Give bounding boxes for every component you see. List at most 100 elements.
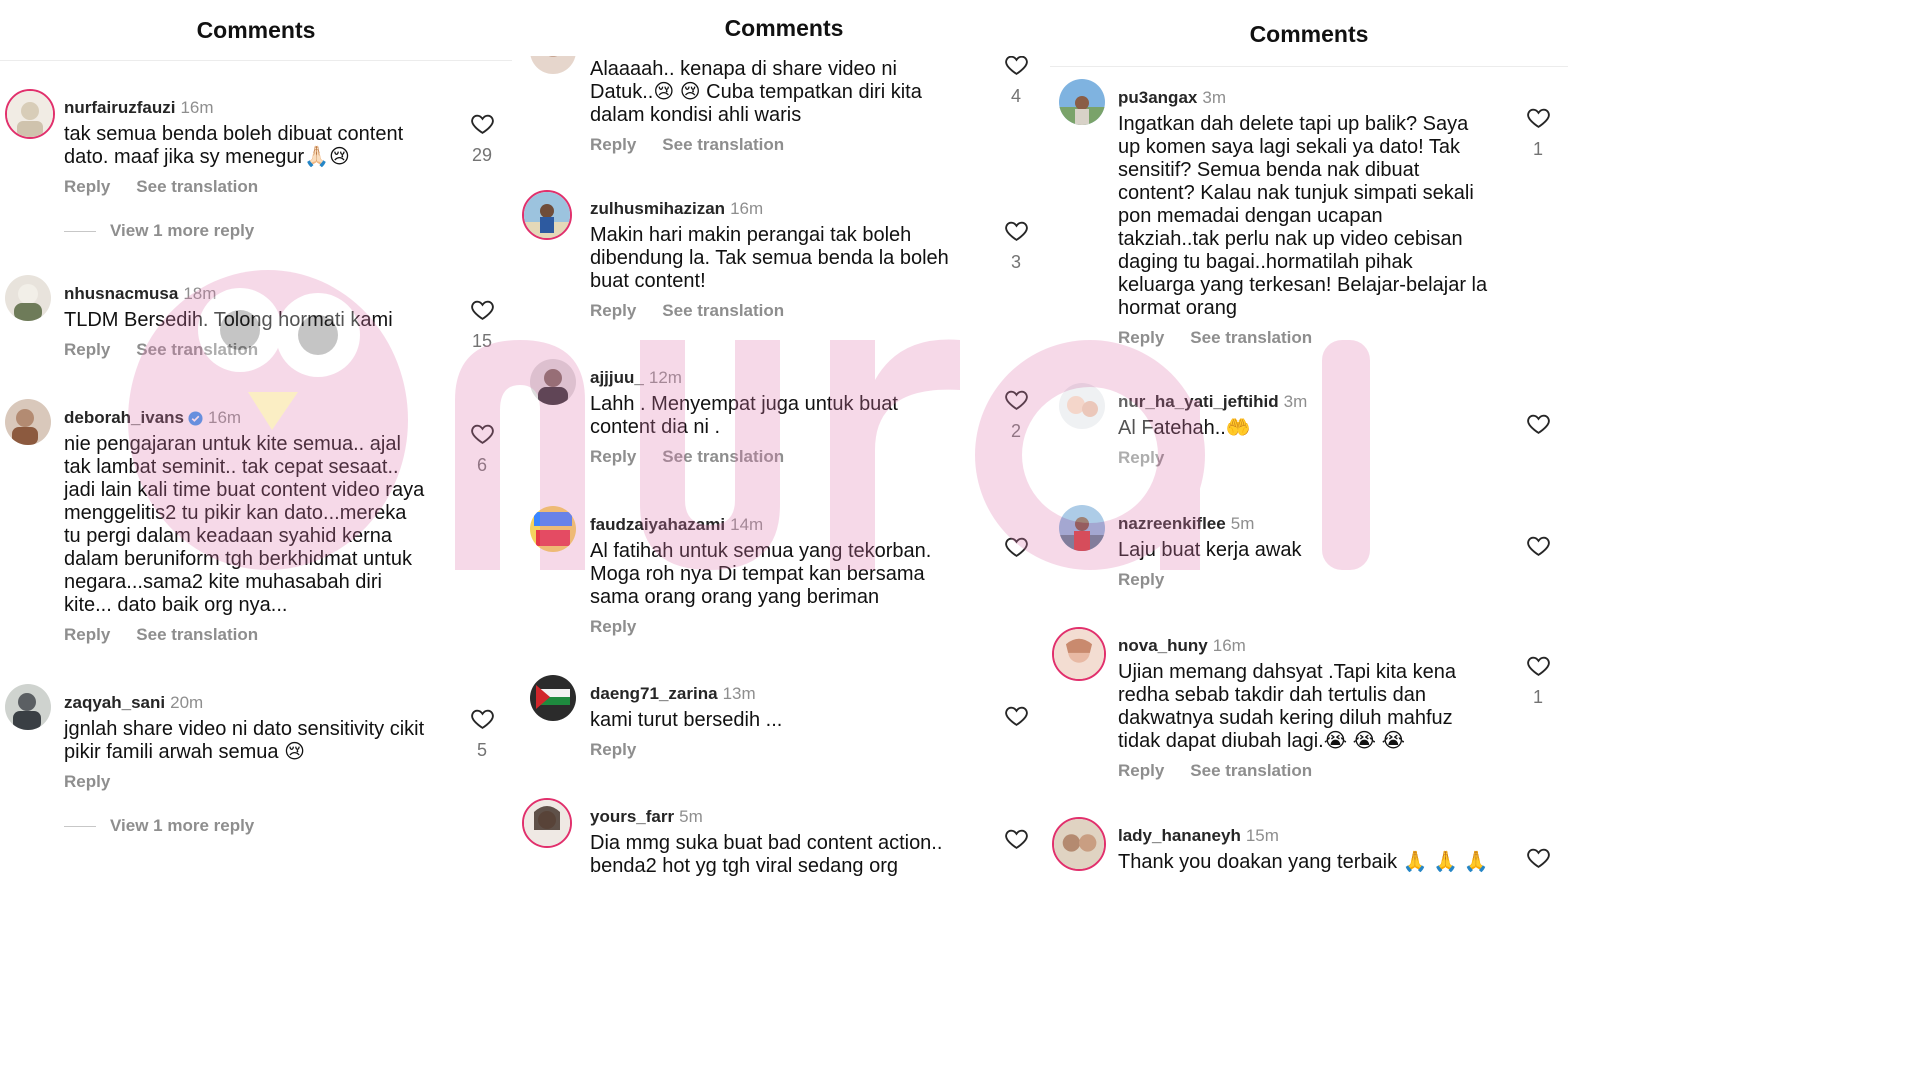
- comment-time: 14m: [730, 515, 764, 534]
- comment-time: 16m: [180, 98, 214, 117]
- avatar[interactable]: [530, 359, 576, 405]
- view-more-replies[interactable]: View 1 more reply: [64, 221, 442, 241]
- heart-icon[interactable]: [1526, 845, 1551, 870]
- see-translation-button[interactable]: See translation: [136, 340, 258, 359]
- username[interactable]: daeng71_zarina: [590, 684, 718, 703]
- heart-icon[interactable]: [470, 297, 495, 322]
- username[interactable]: faudzaiyahazami: [590, 515, 725, 534]
- divider: [64, 825, 96, 827]
- avatar[interactable]: [1059, 505, 1105, 551]
- comment-text: Ingatkan dah delete tapi up balik? Saya …: [1118, 113, 1488, 319]
- comment-text: Al Fatehah..🤲: [1118, 417, 1251, 439]
- reply-button[interactable]: Reply: [590, 617, 636, 636]
- avatar[interactable]: [530, 506, 576, 552]
- avatar[interactable]: [1059, 79, 1105, 125]
- see-translation-button[interactable]: See translation: [662, 301, 784, 320]
- heart-icon[interactable]: [470, 706, 495, 731]
- see-translation-button[interactable]: See translation: [1190, 328, 1312, 347]
- comment-time: 16m: [208, 408, 242, 427]
- username[interactable]: nur_ha_yati_jeftihid: [1118, 392, 1279, 411]
- comment-text: jgnlah share video ni dato sensitivity c…: [64, 718, 425, 763]
- avatar[interactable]: [5, 684, 51, 730]
- reply-button[interactable]: Reply: [1118, 761, 1164, 780]
- like-count: 1: [1532, 687, 1543, 707]
- username[interactable]: nurfairuzfauzi: [64, 98, 175, 117]
- view-more-replies[interactable]: View 1 more reply: [64, 816, 442, 836]
- panel-title: Comments: [518, 0, 1050, 56]
- comment-time: 13m: [722, 684, 756, 703]
- see-translation-button[interactable]: See translation: [662, 135, 784, 154]
- username[interactable]: nazreenkiflee: [1118, 514, 1226, 533]
- like-count: 5: [476, 740, 487, 760]
- comment-text: Ujian memang dahsyat .Tapi kita kena red…: [1118, 661, 1456, 752]
- reply-button[interactable]: Reply: [1118, 570, 1164, 589]
- view-more-label: View 1 more reply: [110, 221, 255, 240]
- comment-text: tak semua benda boleh dibuat content dat…: [64, 123, 404, 168]
- reply-button[interactable]: Reply: [590, 447, 636, 466]
- comment-text: Laju buat kerja awak: [1118, 539, 1302, 561]
- heart-icon[interactable]: [1004, 387, 1029, 412]
- username[interactable]: nhusnacmusa: [64, 284, 178, 303]
- reply-button[interactable]: Reply: [590, 135, 636, 154]
- avatar[interactable]: [1059, 383, 1105, 429]
- avatar[interactable]: [5, 275, 51, 321]
- comment-time: 5m: [1230, 514, 1255, 533]
- like-count: 1: [1532, 139, 1543, 159]
- username[interactable]: lady_hananeyh: [1118, 826, 1241, 845]
- see-translation-button[interactable]: See translation: [136, 177, 258, 196]
- comment-time: 15m: [1245, 826, 1279, 845]
- avatar[interactable]: [5, 89, 55, 139]
- reply-button[interactable]: Reply: [1118, 328, 1164, 347]
- comment-time: 20m: [170, 693, 204, 712]
- reply-button[interactable]: Reply: [590, 301, 636, 320]
- avatar[interactable]: [5, 399, 51, 445]
- divider: [64, 230, 96, 232]
- avatar[interactable]: [522, 190, 572, 240]
- like-count: 4: [1010, 86, 1021, 106]
- username[interactable]: zulhusmihazizan: [590, 199, 725, 218]
- heart-icon[interactable]: [1004, 703, 1029, 728]
- view-more-label: View 1 more reply: [110, 816, 255, 835]
- see-translation-button[interactable]: See translation: [662, 447, 784, 466]
- comment-time: 3m: [1202, 88, 1226, 107]
- heart-icon[interactable]: [1526, 105, 1551, 130]
- comment-time: 12m: [648, 368, 682, 387]
- comment-text: TLDM Bersedih. Tolong hormati kami: [64, 309, 393, 331]
- comment-text: Lahh . Menyempat juga untuk buat content…: [590, 393, 898, 438]
- reply-button[interactable]: Reply: [1118, 448, 1164, 467]
- comment-time: 3m: [1283, 392, 1308, 411]
- username[interactable]: yours_farr: [590, 807, 674, 826]
- username[interactable]: deborah_ivans: [64, 408, 184, 427]
- comment-text: Thank you doakan yang terbaik 🙏 🙏 🙏: [1118, 851, 1489, 873]
- avatar[interactable]: [530, 675, 576, 721]
- heart-icon[interactable]: [1004, 218, 1029, 243]
- see-translation-button[interactable]: See translation: [1190, 761, 1312, 780]
- reply-button[interactable]: Reply: [64, 340, 110, 359]
- heart-icon[interactable]: [470, 111, 495, 136]
- heart-icon[interactable]: [1526, 653, 1551, 678]
- username[interactable]: zaqyah_sani: [64, 693, 165, 712]
- username[interactable]: ajjjuu_: [590, 368, 644, 387]
- heart-icon[interactable]: [1526, 411, 1551, 436]
- comment-time: 16m: [1212, 636, 1246, 655]
- heart-icon[interactable]: [1004, 826, 1029, 851]
- comment-text: nie pengajaran untuk kite semua.. ajal t…: [64, 433, 425, 616]
- avatar[interactable]: [1052, 627, 1106, 681]
- reply-button[interactable]: Reply: [64, 772, 110, 791]
- see-translation-button[interactable]: See translation: [136, 625, 258, 644]
- avatar[interactable]: [1052, 817, 1106, 871]
- reply-button[interactable]: Reply: [64, 177, 110, 196]
- reply-button[interactable]: Reply: [590, 740, 636, 759]
- comment-time: 18m: [183, 284, 217, 303]
- heart-icon[interactable]: [1526, 533, 1551, 558]
- reply-button[interactable]: Reply: [64, 625, 110, 644]
- panel-title: Comments: [0, 0, 512, 61]
- heart-icon[interactable]: [470, 421, 495, 446]
- comment-text: kami turut bersedih ...: [590, 709, 783, 731]
- heart-icon[interactable]: [1004, 534, 1029, 559]
- avatar[interactable]: [522, 798, 572, 848]
- username[interactable]: pu3angax: [1118, 88, 1197, 107]
- comment-time: 5m: [679, 807, 703, 826]
- comment-text: Makin hari makin perangai tak boleh dibe…: [590, 224, 949, 292]
- username[interactable]: nova_huny: [1118, 636, 1208, 655]
